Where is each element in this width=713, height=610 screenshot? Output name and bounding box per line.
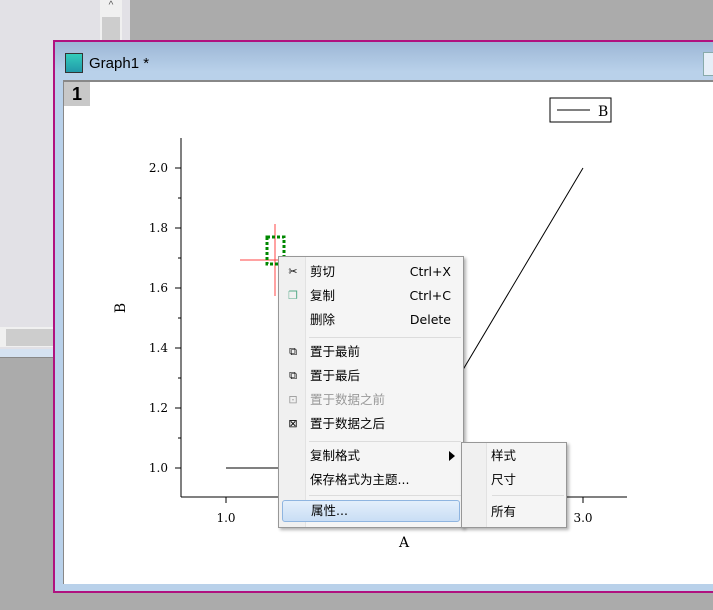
x-axis-label: A <box>398 535 410 551</box>
menu-item-delete[interactable]: 删除 Delete <box>281 309 461 331</box>
menu-item-cut[interactable]: ✂ 剪切 Ctrl+X <box>281 261 461 283</box>
copy-icon: ❐ <box>288 289 298 302</box>
y-tick-label: 1.4 <box>149 341 168 355</box>
menu-item-properties[interactable]: 属性... <box>282 500 460 522</box>
y-axis-label: B <box>113 303 129 313</box>
scissors-icon: ✂ <box>288 265 298 278</box>
submenu-item-size[interactable]: 尺寸 <box>491 469 561 491</box>
menu-separator <box>309 495 461 496</box>
submenu-item-all[interactable]: 所有 <box>491 501 561 523</box>
legend-label: B <box>598 104 608 120</box>
x-tick-label: 3.0 <box>573 511 592 525</box>
submenu-arrow-icon <box>449 451 455 461</box>
send-to-back-icon: ⧉ <box>289 369 297 382</box>
bring-to-front-icon: ⧉ <box>289 345 297 358</box>
context-menu: ✂ 剪切 Ctrl+X ❐ 复制 Ctrl+C 删除 Delete ⧉ 置于最前 ⧉ 置于最后… <box>278 256 464 528</box>
menu-item-send-to-back[interactable]: ⧉ 置于最后 <box>281 365 461 387</box>
menu-separator <box>309 337 461 338</box>
menu-item-bring-before-data[interactable]: ⊡ 置于数据之前 <box>281 389 461 411</box>
menu-separator <box>492 495 564 496</box>
menu-item-copy-format[interactable]: 复制格式 <box>281 445 461 467</box>
send-behind-data-icon: ⊠ <box>288 417 298 430</box>
menu-item-send-behind-data[interactable]: ⊠ 置于数据之后 <box>281 413 461 435</box>
menu-separator <box>309 441 461 442</box>
y-tick-label: 2.0 <box>149 161 168 175</box>
copy-format-submenu: 样式 尺寸 所有 <box>461 442 567 528</box>
menu-item-bring-to-front[interactable]: ⧉ 置于最前 <box>281 341 461 363</box>
menu-item-copy[interactable]: ❐ 复制 Ctrl+C <box>281 285 461 307</box>
y-tick-label: 1.0 <box>149 461 168 475</box>
y-tick-label: 1.2 <box>149 401 168 415</box>
bring-before-data-icon: ⊡ <box>288 393 298 406</box>
y-tick-label: 1.8 <box>149 221 168 235</box>
menu-item-save-format-as-theme[interactable]: 保存格式为主题... <box>281 469 461 491</box>
x-tick-label: 1.0 <box>216 511 235 525</box>
y-tick-label: 1.6 <box>149 281 168 295</box>
submenu-item-style[interactable]: 样式 <box>491 445 561 467</box>
